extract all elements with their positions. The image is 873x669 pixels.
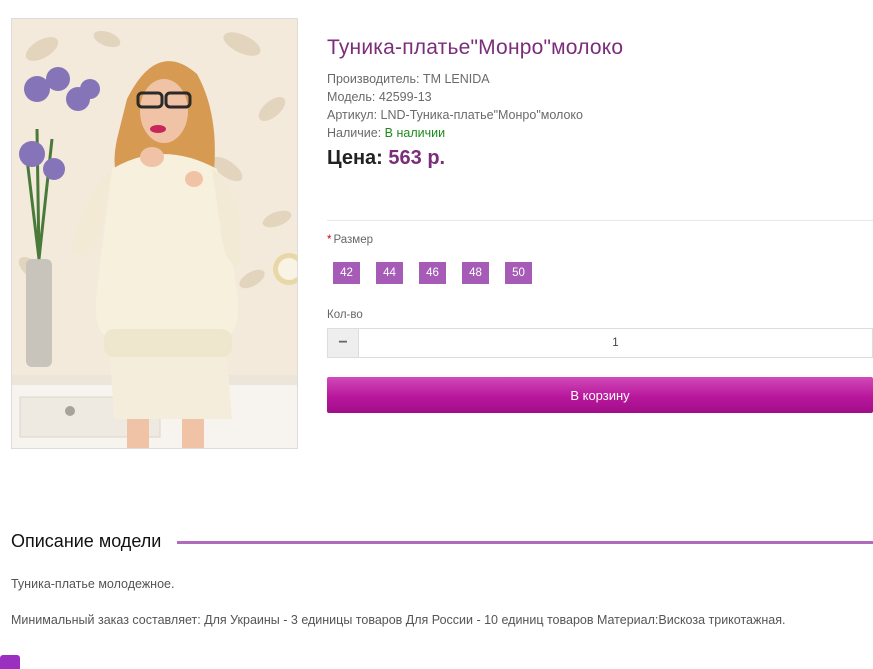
- product-image[interactable]: [11, 18, 298, 449]
- size-option-50[interactable]: 50: [505, 262, 532, 284]
- availability-value: В наличии: [384, 126, 446, 140]
- model: Модель: 42599-13: [327, 90, 432, 104]
- size-label: * Размер: [327, 234, 373, 246]
- corner-widget-tab[interactable]: [0, 655, 20, 669]
- divider: [327, 220, 873, 221]
- size-option-42[interactable]: 42: [333, 262, 360, 284]
- add-to-cart-button[interactable]: В корзину: [327, 377, 873, 413]
- size-option-44[interactable]: 44: [376, 262, 403, 284]
- description-paragraph-2: Минимальный заказ составляет: Для Украин…: [11, 613, 786, 627]
- size-options: 42 44 46 48 50: [333, 262, 532, 284]
- product-photo-illustration: [12, 19, 297, 448]
- product-title: Туника-платье"Монро"молоко: [327, 36, 624, 59]
- description-title-underline: [177, 541, 873, 544]
- price-value: 563 р.: [388, 147, 446, 169]
- quantity-input[interactable]: [359, 328, 873, 358]
- price-label: Цена:: [327, 147, 383, 169]
- description-paragraph-1: Туника-платье молодежное.: [11, 577, 175, 591]
- quantity-stepper: −: [327, 328, 873, 358]
- price: Цена: 563 р.: [327, 147, 445, 170]
- availability-label: Наличие:: [327, 126, 385, 140]
- size-option-46[interactable]: 46: [419, 262, 446, 284]
- product-meta: Производитель: ТМ LENIDA Модель: 42599-1…: [327, 70, 583, 142]
- size-option-48[interactable]: 48: [462, 262, 489, 284]
- manufacturer: Производитель: ТМ LENIDA: [327, 72, 490, 86]
- sku: Артикул: LND-Туника-платье"Монро"молоко: [327, 108, 583, 122]
- description-title: Описание модели: [11, 531, 162, 551]
- quantity-minus-button[interactable]: −: [327, 328, 359, 358]
- quantity-label: Кол-во: [327, 309, 363, 321]
- size-label-text: Размер: [333, 234, 374, 246]
- required-mark: *: [327, 234, 332, 246]
- availability: Наличие: В наличии: [327, 124, 583, 142]
